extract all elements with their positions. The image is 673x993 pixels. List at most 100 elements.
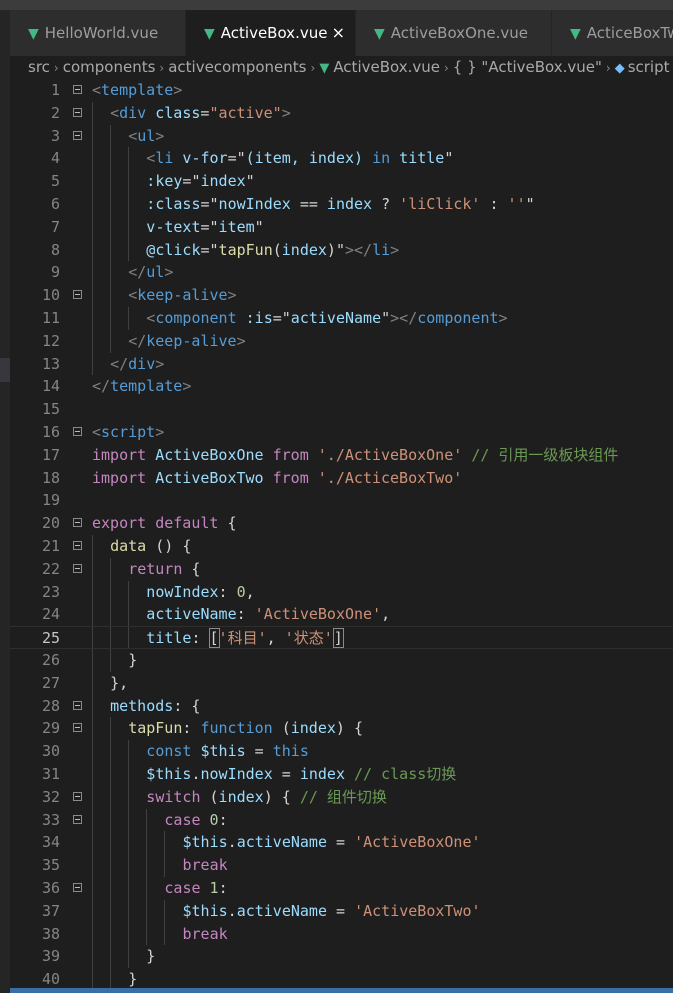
tab-label: HelloWorld.vue: [44, 24, 159, 42]
code-line[interactable]: 39}: [10, 945, 673, 969]
code-token: <: [92, 81, 102, 99]
breadcrumb-module[interactable]: { } "ActiveBox.vue": [453, 58, 602, 76]
code-text: export default {: [92, 512, 237, 535]
code-line[interactable]: 5:key="index": [10, 170, 673, 193]
fold-toggle-icon[interactable]: [73, 130, 82, 140]
code-line[interactable]: 24 activeName: 'ActiveBoxOne',: [10, 603, 673, 627]
code-line[interactable]: 29 tapFun: function (index) {: [10, 717, 673, 741]
code-line[interactable]: 38 break: [10, 922, 673, 946]
chevron-right-icon: ›: [53, 61, 59, 75]
indent-guide: [92, 785, 93, 809]
code-token: ?: [372, 195, 400, 213]
breadcrumb-script[interactable]: script: [628, 58, 670, 76]
code-line[interactable]: 14 </template>: [10, 375, 673, 398]
code-token: =": [200, 195, 219, 213]
fold-toggle-icon[interactable]: [73, 700, 82, 710]
tab-helloworld[interactable]: ▼ HelloWorld.vue: [10, 10, 186, 56]
fold-toggle-icon[interactable]: [73, 518, 82, 528]
code-line[interactable]: 6:class="nowIndex == index ? 'liClick' :…: [10, 193, 673, 216]
fold-toggle-icon[interactable]: [73, 541, 82, 550]
code-line[interactable]: 26}: [10, 649, 673, 672]
code-token: ": [525, 195, 535, 213]
code-token: ></: [390, 309, 418, 327]
code-token: :is: [245, 309, 273, 327]
code-line[interactable]: 21 data () {: [10, 535, 673, 558]
code-line[interactable]: 34 $this.activeName = 'ActiveBoxOne': [10, 831, 673, 855]
code-line[interactable]: 19: [10, 489, 673, 512]
code-line[interactable]: 35 break: [10, 854, 673, 877]
code-token: '状态': [284, 629, 333, 648]
code-token: >: [236, 331, 246, 350]
indent-guide: [92, 854, 93, 877]
code-line[interactable]: 31 $this.nowIndex = index // class切换: [10, 763, 673, 786]
code-line[interactable]: 11 <component :is="activeName"></componen…: [10, 307, 673, 330]
code-line[interactable]: 33 case 0:: [10, 808, 673, 832]
code-token: $this: [182, 901, 228, 920]
code-line[interactable]: 22 return {: [10, 557, 673, 581]
fold-toggle-icon[interactable]: [73, 563, 82, 573]
tab-activeboxone[interactable]: ▼ ActiveBoxOne.vue: [356, 10, 552, 56]
code-line[interactable]: 20 export default {: [10, 512, 673, 535]
code-line[interactable]: 23 nowIndex: 0,: [10, 580, 673, 604]
code-token: div: [119, 103, 147, 122]
fold-toggle-icon[interactable]: [73, 290, 82, 300]
code-text: </keep-alive>: [128, 330, 245, 353]
code-line[interactable]: 30 const $this = this: [10, 740, 673, 763]
code-line[interactable]: 15: [10, 398, 673, 421]
code-token: ActiveBoxTwo: [155, 468, 264, 487]
code-token: </: [92, 377, 111, 396]
code-editor[interactable]: 1 <template> 2 <div class="active"> 3 <ul> 4 <l…: [10, 79, 673, 993]
breadcrumb-activecomponents[interactable]: activecomponents: [168, 58, 306, 76]
tab-acticeboxtwo[interactable]: ▼ ActiceBoxTwo: [552, 10, 673, 56]
code-line[interactable]: 25 title: ['科目', '状态']: [10, 626, 673, 649]
code-token: ></: [344, 240, 373, 259]
code-token: template: [110, 377, 183, 396]
code-token: activeName: [236, 901, 327, 920]
code-line[interactable]: 8 @click="tapFun(index)"></li>: [10, 238, 673, 262]
code-line[interactable]: 27},: [10, 671, 673, 695]
fold-toggle-icon[interactable]: [73, 791, 82, 801]
code-token: ul: [137, 126, 156, 145]
code-token: 'liClick': [399, 195, 481, 213]
code-line[interactable]: 16 <script>: [10, 421, 673, 444]
breadcrumb-components[interactable]: components: [63, 58, 156, 76]
fold-toggle-icon[interactable]: [73, 883, 82, 892]
code-line[interactable]: 10 <keep-alive>: [10, 284, 673, 307]
fold-toggle-icon[interactable]: [73, 427, 82, 436]
code-token: "active": [209, 103, 282, 122]
code-text: import ActiveBoxOne from './ActiveBoxOne…: [92, 444, 618, 467]
breadcrumb-file[interactable]: ActiveBox.vue: [333, 58, 440, 76]
line-number: 29: [41, 719, 60, 738]
fold-toggle-icon[interactable]: [73, 723, 82, 733]
code-line[interactable]: 13 </div>: [10, 352, 673, 376]
code-line[interactable]: 12 </keep-alive>: [10, 329, 673, 353]
code-token: </: [110, 354, 129, 373]
fold-toggle-icon[interactable]: [73, 107, 82, 117]
code-line[interactable]: 1 <template>: [10, 79, 673, 102]
indent-guide: [110, 740, 112, 763]
tab-activebox[interactable]: ▼ ActiveBox.vue ×: [186, 10, 356, 56]
code-line[interactable]: 3 <ul>: [10, 124, 673, 148]
code-line[interactable]: 18 import ActiveBoxTwo from './ActiceBoxT…: [10, 467, 673, 490]
horizontal-scrollbar[interactable]: [10, 988, 673, 993]
close-icon[interactable]: ×: [332, 10, 345, 56]
code-line[interactable]: 9 </ul>: [10, 261, 673, 285]
code-line[interactable]: 2 <div class="active">: [10, 101, 673, 125]
indent-guide: [110, 627, 112, 648]
code-line[interactable]: 17 import ActiveBoxOne from './ActiveBoxO…: [10, 444, 673, 467]
code-line[interactable]: 37 $this.activeName = 'ActiveBoxTwo': [10, 899, 673, 923]
code-line[interactable]: 4 <li v-for="(item, index) in title": [10, 147, 673, 171]
indent-guide: [92, 763, 93, 786]
code-token: </: [128, 331, 147, 350]
code-line[interactable]: 7 v-text="item": [10, 215, 673, 239]
indent-guide: [128, 170, 130, 193]
code-line[interactable]: 36 case 1:: [10, 877, 673, 900]
code-line[interactable]: 32 switch (index) { // 组件切换: [10, 785, 673, 809]
code-token: >: [155, 354, 165, 373]
code-line[interactable]: 28 methods: {: [10, 694, 673, 718]
fold-toggle-icon[interactable]: [73, 85, 82, 94]
fold-toggle-icon[interactable]: [73, 814, 82, 824]
breadcrumb-src[interactable]: src: [28, 58, 50, 76]
